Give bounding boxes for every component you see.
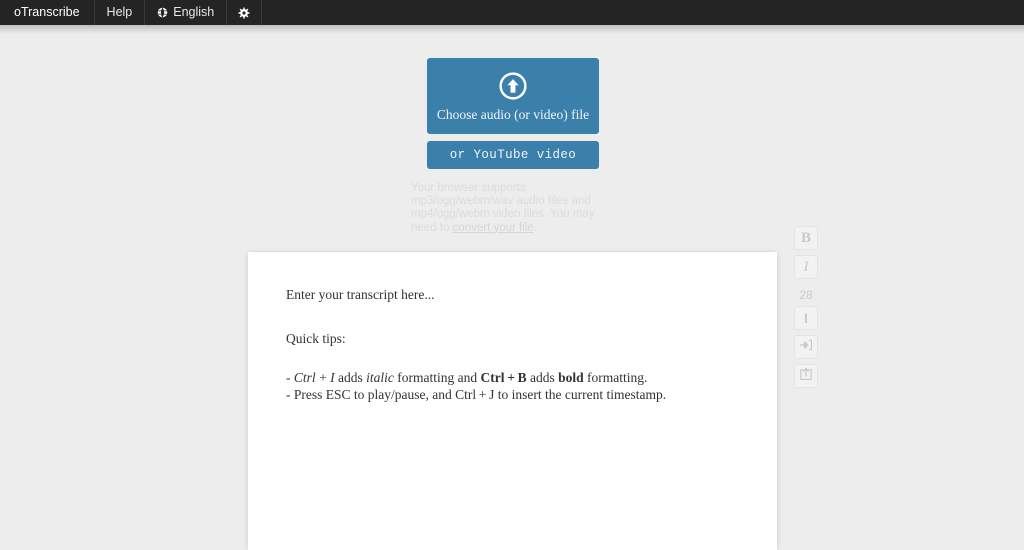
transcript-placeholder: Enter your transcript here... [286,287,435,302]
tip-emphasis-italic: italic [366,370,394,385]
transcript-spacer [286,302,739,332]
text-size-value[interactable]: 28 [799,289,812,301]
quick-tips-heading: Quick tips: [286,330,346,346]
choose-file-label: Choose audio (or video) file [436,106,590,122]
bold-button[interactable]: B [794,226,818,250]
nav-item-language[interactable]: English [145,0,228,25]
transcript-textarea[interactable]: Enter your transcript here... Quick tips… [248,252,777,403]
youtube-video-button[interactable]: or YouTube video [427,141,599,169]
italic-button[interactable]: I [794,255,818,279]
convert-file-link[interactable]: convert your file [453,222,534,234]
nav-item-label: English [173,5,215,20]
sign-in-arrow-icon [799,338,813,357]
nav-item-help[interactable]: Help [95,0,146,25]
share-export-icon [799,367,813,386]
italic-button-label: I [803,258,809,275]
tip-mid-2: formatting and [393,370,481,385]
shortcut-ctrl-i: Ctrl + I [293,370,335,385]
tip-line-playback: - Press ESC to play/pause, and Ctrl + J … [286,387,667,402]
transcript-editor-panel[interactable]: Enter your transcript here... Quick tips… [248,252,777,550]
gear-icon [238,6,250,19]
upload-area: Choose audio (or video) file or YouTube … [427,58,599,169]
brand-otranscribe[interactable]: oTranscribe [0,0,95,25]
bold-button-label: B [800,229,811,246]
shortcut-ctrl-b: Ctrl + B [480,370,527,385]
tip-emphasis-bold: bold [558,370,584,385]
support-text-after: . [533,221,537,234]
quick-tips-list: - Ctrl + I adds italic formatting and Ct… [286,369,739,403]
tip-suffix: formatting. [583,370,648,385]
navbar-shadow [0,25,1024,34]
browser-support-text: Your browser supports mp3/ogg/webm/wav a… [411,182,618,235]
top-navbar: oTranscribe Help English [0,0,1024,25]
text-cursor-button[interactable]: I [794,306,818,330]
brand-label: oTranscribe [14,5,80,20]
youtube-button-label: or YouTube video [449,148,577,162]
tip-line-formatting: - Ctrl + I adds italic formatting and Ct… [286,369,739,386]
export-button[interactable] [794,364,818,388]
globe-icon [157,7,168,18]
tip-prefix: - [286,370,294,385]
import-button[interactable] [794,335,818,359]
upload-arrow-circle-icon [498,71,528,101]
format-toolbar: B I 28 I [791,226,821,393]
choose-file-button[interactable]: Choose audio (or video) file [427,58,599,134]
text-cursor-label: I [804,310,808,326]
nav-item-label: Help [106,5,133,20]
tip-mid-1: adds [334,370,367,385]
tip-mid-3: adds [526,370,559,385]
nav-item-settings[interactable] [227,0,263,25]
